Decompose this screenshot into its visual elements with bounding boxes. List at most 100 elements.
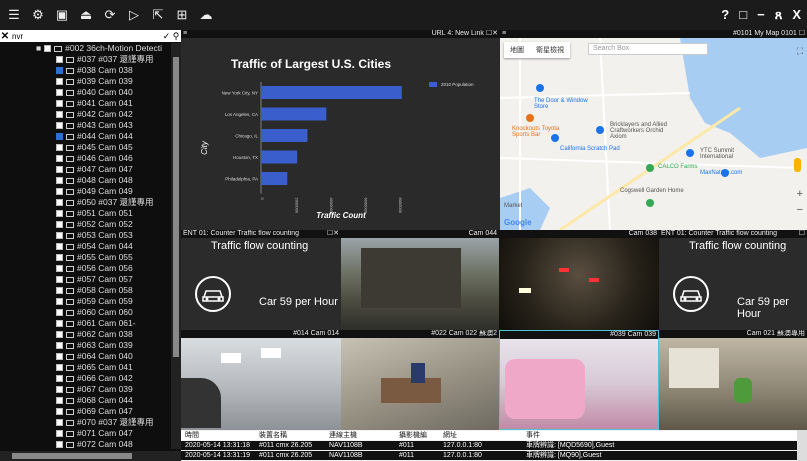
column-header-time[interactable]: 時間 [185, 431, 199, 440]
map-pin[interactable] [536, 84, 544, 92]
map-search-input[interactable]: Search Box [588, 43, 708, 55]
column-header-url[interactable]: 網址 [443, 431, 457, 440]
tree-camera-item[interactable]: #059 Cam 059 [0, 296, 171, 307]
tree-camera-item[interactable]: #065 Cam 041 [0, 362, 171, 373]
tree-camera-item[interactable]: #072 Cam 048 [0, 439, 171, 449]
tree-camera-item[interactable]: #062 Cam 038 [0, 329, 171, 340]
maximize-icon[interactable]: ☐ [799, 30, 805, 37]
camera-checkbox[interactable] [56, 331, 63, 338]
tree-camera-item[interactable]: #049 Cam 049 [0, 186, 171, 197]
camera-checkbox[interactable] [56, 243, 63, 250]
menu-icon[interactable]: ☰ [4, 5, 24, 25]
camera-checkbox[interactable] [56, 100, 63, 107]
event-log-row[interactable]: 2020-05-14 13:31:18 #011 cmx 26.205 NAV1… [181, 441, 797, 450]
camera-checkbox[interactable] [56, 364, 63, 371]
camera-checkbox[interactable] [56, 56, 63, 63]
camera-checkbox[interactable] [56, 232, 63, 239]
scroll-thumb[interactable] [12, 453, 132, 459]
maximize-icon[interactable]: ☐ [799, 230, 805, 237]
tree-camera-item[interactable]: #070 #037 還謹專用 [0, 417, 171, 428]
camera-checkbox[interactable] [56, 133, 63, 140]
group-checkbox[interactable] [44, 45, 52, 52]
zoom-in-button[interactable]: + [797, 188, 803, 200]
upload-icon[interactable]: ⏏ [76, 5, 96, 25]
close-button[interactable]: X [792, 7, 801, 23]
camera-checkbox[interactable] [56, 265, 63, 272]
tree-camera-item[interactable]: #037 #037 還謹專用 [0, 54, 171, 65]
tree-camera-item[interactable]: #057 Cam 057 [0, 274, 171, 285]
tree-camera-item[interactable]: #068 Cam 044 [0, 395, 171, 406]
confirm-search-icon[interactable]: ✓ [162, 31, 171, 42]
tree-camera-item[interactable]: #040 Cam 040 [0, 87, 171, 98]
camera-checkbox[interactable] [56, 397, 63, 404]
tree-camera-item[interactable]: #038 Cam 038 [0, 65, 171, 76]
screen-icon[interactable]: ▣ [52, 5, 72, 25]
camera-checkbox[interactable] [56, 210, 63, 217]
tree-camera-item[interactable]: #061 Cam 061- [0, 318, 171, 329]
event-log-row[interactable]: 2020-05-14 13:31:19 #011 cmx 26.205 NAV1… [181, 451, 797, 460]
camera-checkbox[interactable] [56, 199, 63, 206]
tree-search-input[interactable] [10, 30, 162, 42]
tree-camera-item[interactable]: #050 #037 還謹專用 [0, 197, 171, 208]
street-view-icon[interactable] [794, 158, 801, 172]
refresh-icon[interactable]: ⟳ [100, 5, 120, 25]
tree-camera-item[interactable]: #060 Cam 060 [0, 307, 171, 318]
camera-panel-039[interactable]: #039 Cam 039 [499, 330, 659, 430]
tree-vertical-scrollbar[interactable] [171, 43, 181, 449]
camera-panel-038[interactable]: Cam 038 [499, 230, 659, 330]
layout-icon[interactable]: ⊞ [172, 5, 192, 25]
cloud-icon[interactable]: ☁ [196, 5, 216, 25]
camera-checkbox[interactable] [56, 375, 63, 382]
camera-checkbox[interactable] [56, 221, 63, 228]
camera-panel-014[interactable]: #014 Cam 014 [181, 330, 341, 430]
maximize-button[interactable]: □ [739, 7, 747, 23]
camera-checkbox[interactable] [56, 298, 63, 305]
camera-checkbox[interactable] [56, 122, 63, 129]
tree-camera-item[interactable]: #058 Cam 058 [0, 285, 171, 296]
collapse-icon[interactable]: ■ [36, 43, 41, 54]
camera-feed[interactable] [341, 238, 499, 330]
gear-icon[interactable]: ⚙ [28, 5, 48, 25]
tree-camera-item[interactable]: #052 Cam 052 [0, 219, 171, 230]
tree-camera-item[interactable]: #066 Cam 042 [0, 373, 171, 384]
scroll-thumb[interactable] [173, 57, 179, 357]
map-pin[interactable] [596, 126, 604, 134]
camera-checkbox[interactable] [56, 353, 63, 360]
panel-menu-icon[interactable]: ≡ [183, 30, 187, 38]
tree-camera-item[interactable]: #043 Cam 043 [0, 120, 171, 131]
tab-satellite[interactable]: 衛星檢視 [530, 42, 570, 58]
tree-camera-item[interactable]: #045 Cam 045 [0, 142, 171, 153]
camera-checkbox[interactable] [56, 89, 63, 96]
camera-checkbox[interactable] [56, 144, 63, 151]
camera-checkbox[interactable] [56, 320, 63, 327]
camera-checkbox[interactable] [56, 254, 63, 261]
map-pin[interactable] [686, 149, 694, 157]
tree-camera-item[interactable]: #067 Cam 039 [0, 384, 171, 395]
play-icon[interactable]: ▷ [124, 5, 144, 25]
tree-camera-item[interactable]: #047 Cam 047 [0, 164, 171, 175]
camera-checkbox[interactable] [56, 419, 63, 426]
tree-camera-item[interactable]: #055 Cam 055 [0, 252, 171, 263]
camera-checkbox[interactable] [56, 441, 63, 448]
tree-camera-item[interactable]: #069 Cam 047 [0, 406, 171, 417]
camera-checkbox[interactable] [56, 67, 63, 74]
camera-checkbox[interactable] [56, 78, 63, 85]
tree-camera-item[interactable]: #056 Cam 056 [0, 263, 171, 274]
camera-checkbox[interactable] [56, 386, 63, 393]
tree-horizontal-scrollbar[interactable] [0, 451, 181, 461]
tree-camera-item[interactable]: #044 Cam 044 [0, 131, 171, 142]
export-icon[interactable]: ⇱ [148, 5, 168, 25]
camera-panel-022[interactable]: #022 Cam 022 蘇澳2 [341, 330, 499, 430]
camera-panel-021[interactable]: Cam 021 蘇澳專用 [659, 330, 807, 430]
tree-camera-item[interactable]: #046 Cam 046 [0, 153, 171, 164]
tree-camera-item[interactable]: #048 Cam 048 [0, 175, 171, 186]
camera-checkbox[interactable] [56, 166, 63, 173]
column-header-camera[interactable]: 攝影機編 [399, 431, 427, 440]
camera-feed[interactable] [499, 238, 659, 330]
camera-checkbox[interactable] [56, 111, 63, 118]
tab-map[interactable]: 地圖 [504, 42, 530, 58]
camera-checkbox[interactable] [56, 177, 63, 184]
column-header-host[interactable]: 連線主機 [329, 431, 357, 440]
user-button[interactable]: ጸ [775, 7, 783, 23]
fullscreen-icon[interactable]: ⛶ [797, 46, 803, 57]
